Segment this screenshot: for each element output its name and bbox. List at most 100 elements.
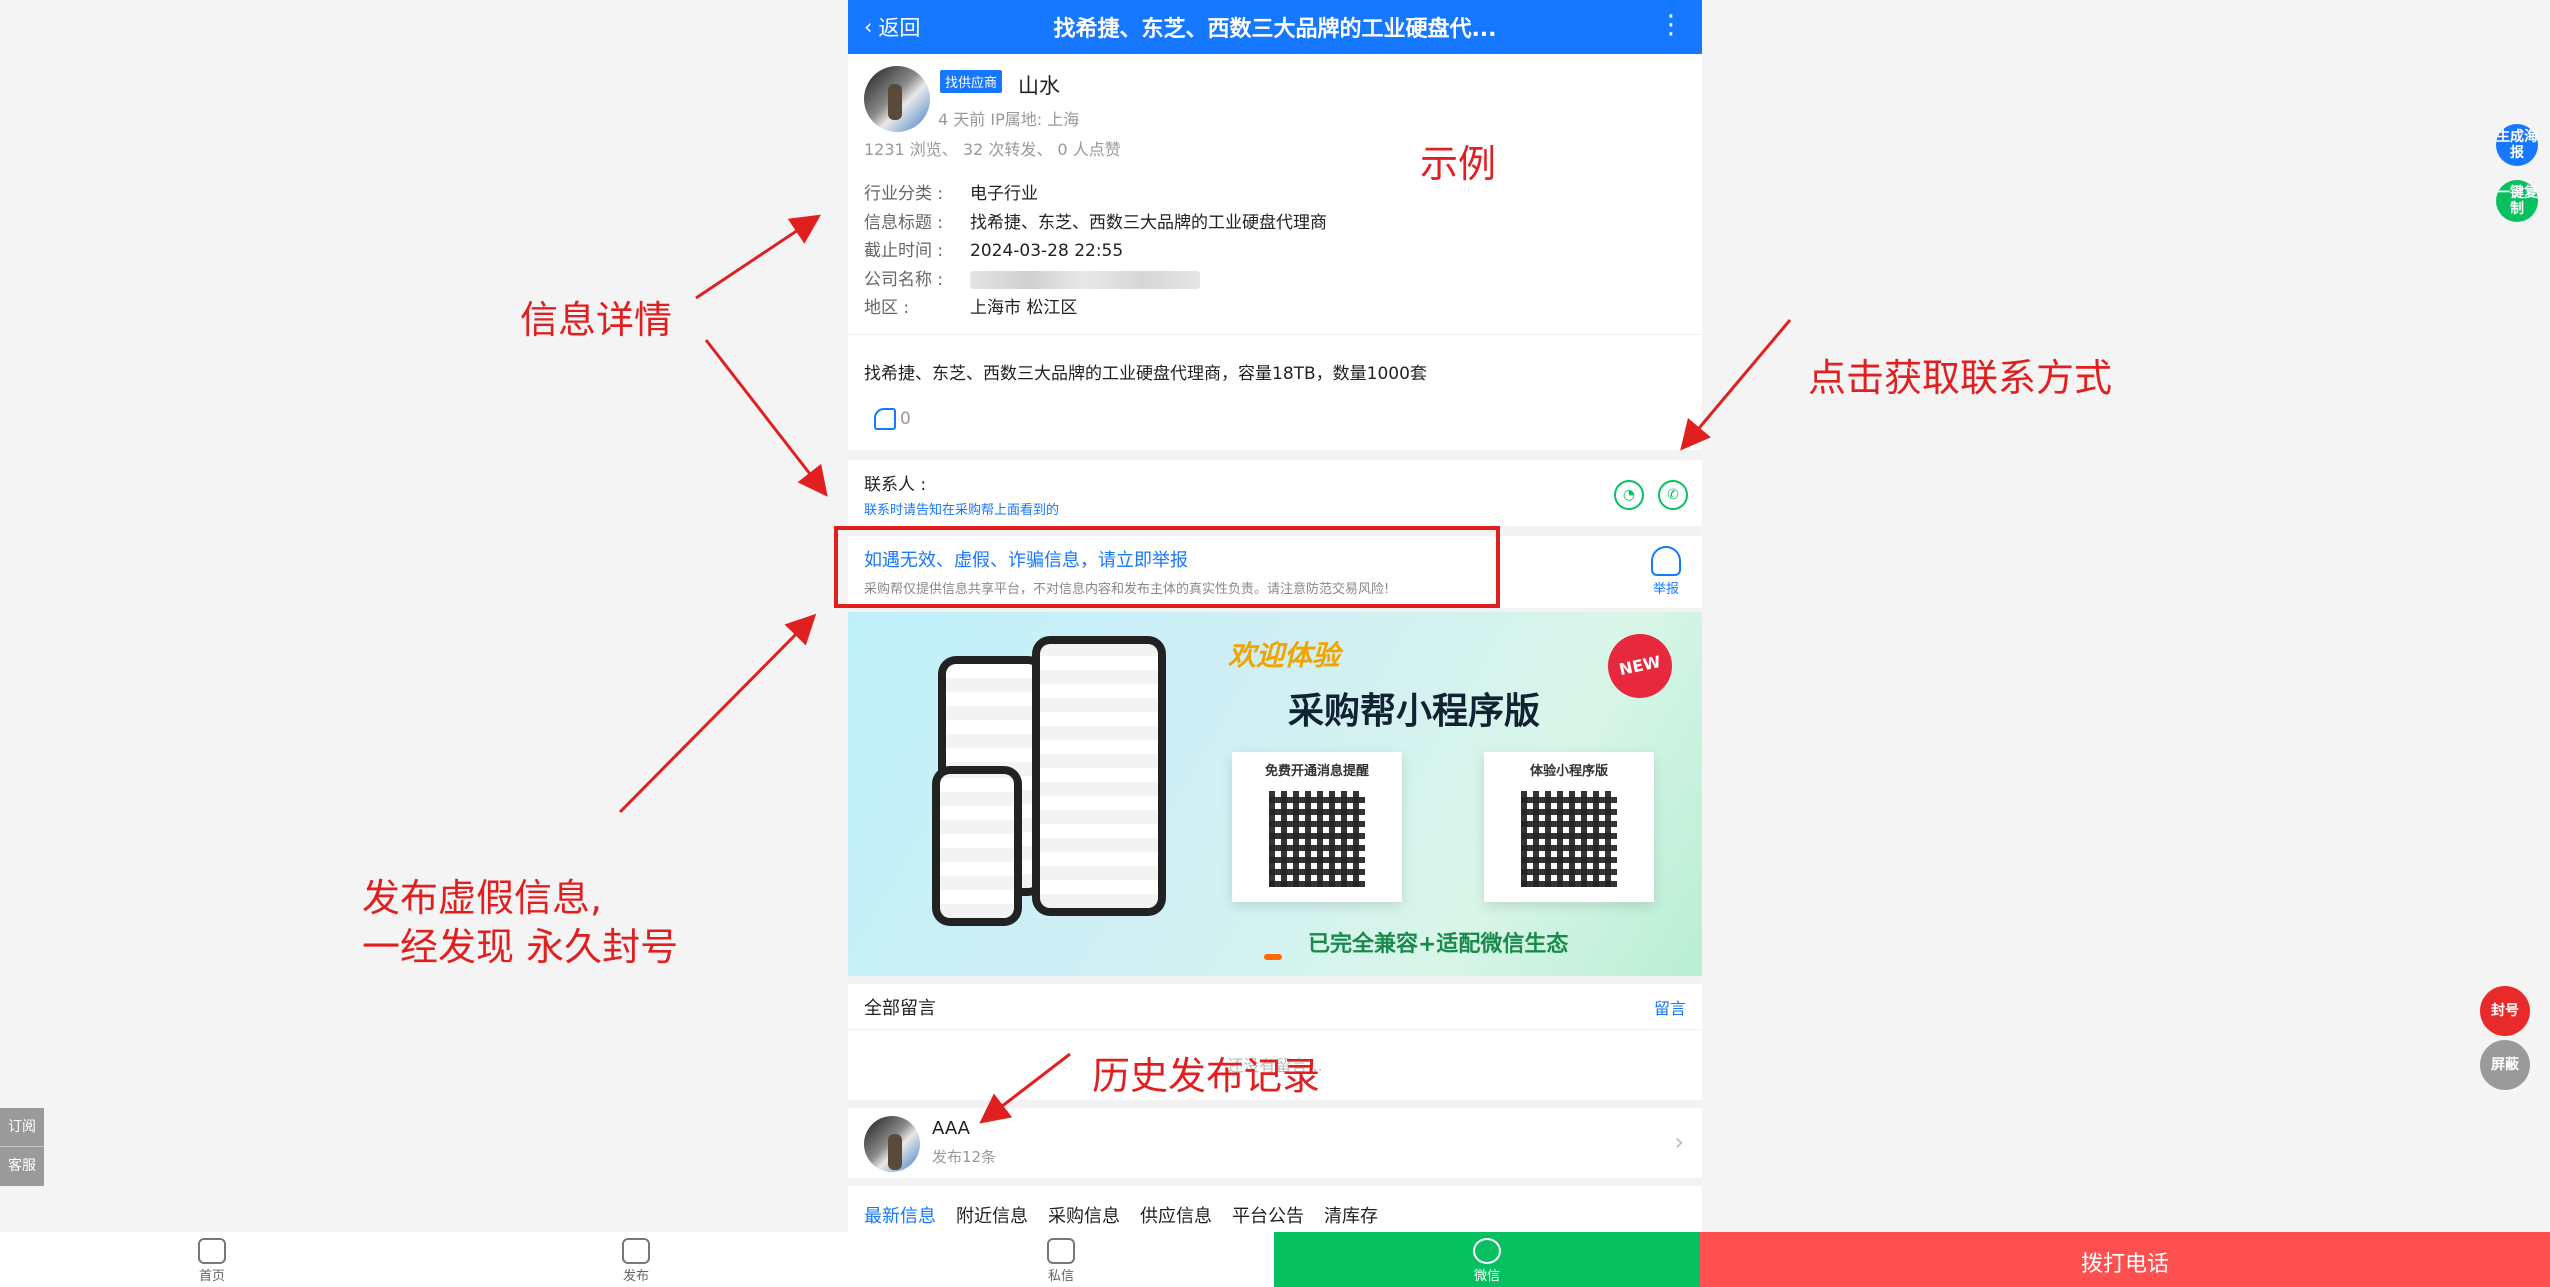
contact-label: 联系人 :: [864, 475, 927, 495]
police-icon: [1651, 546, 1681, 576]
nav-message-label: 私信: [1047, 1269, 1074, 1284]
wechat-icon: [1473, 1238, 1501, 1264]
annotation-example: 示例: [1420, 142, 1497, 186]
block-button[interactable]: 屏蔽: [2480, 1040, 2530, 1090]
annotation-click-contact: 点击获取联系方式: [1808, 356, 2113, 400]
page-title: 找希捷、东芝、西数三大品牌的工业硬盘代...: [1053, 17, 1497, 42]
new-badge: NEW: [1602, 628, 1678, 704]
banner-welcome: 欢迎体验: [1228, 639, 1341, 672]
report-highlight-box: [834, 526, 1500, 608]
banner-footer: 已完全兼容+适配微信生态: [1308, 932, 1569, 957]
tab-purchase[interactable]: 采购信息: [1048, 1202, 1120, 1232]
back-label: 返回: [878, 16, 921, 40]
poster-stats: 1231 浏览、 32 次转发、 0 人点赞: [864, 140, 1121, 159]
wechat-button-label: 微信: [1473, 1269, 1500, 1284]
like-count: 0: [900, 409, 911, 429]
qr-title: 免费开通消息提醒: [1264, 764, 1369, 779]
info-tabs: 最新信息 附近信息 采购信息 供应信息 平台公告 清库存: [848, 1186, 1702, 1232]
left-float-strip: 订阅 客服: [0, 1108, 44, 1186]
blur-mask: [970, 270, 1200, 289]
annotation-info-detail: 信息详情: [520, 298, 673, 342]
banner-title: 采购帮小程序版: [1288, 691, 1541, 732]
customer-service-button[interactable]: 客服: [0, 1147, 44, 1186]
detail-key: 地区 :: [864, 298, 910, 318]
detail-key: 截止时间 :: [864, 241, 944, 261]
nav-home-label: 首页: [198, 1269, 225, 1284]
detail-row: 地区 : 上海市 松江区: [864, 294, 1686, 323]
chat-icon: [1047, 1238, 1075, 1264]
more-icon[interactable]: ⋮: [1658, 10, 1684, 40]
report-button[interactable]: 举报: [1646, 546, 1686, 597]
poster-name: 山水: [1018, 74, 1060, 98]
avatar[interactable]: [864, 66, 930, 132]
qr-title: 体验小程序版: [1529, 764, 1608, 779]
detail-key: 信息标题 :: [864, 212, 944, 233]
carousel-indicator[interactable]: [1264, 954, 1282, 960]
arrow-to-details: [695, 214, 821, 300]
chevron-left-icon: ‹: [864, 15, 873, 39]
detail-value: 上海市 松江区: [970, 298, 1078, 318]
poster-meta: 4 天前 IP属地: 上海: [938, 110, 1080, 129]
detail-row: 公司名称 :: [864, 266, 1686, 295]
detail-row: 行业分类 : 电子行业: [864, 180, 1686, 209]
qr-code-icon: [1269, 791, 1365, 887]
wechat-icon[interactable]: ◔: [1614, 480, 1644, 510]
arrow-to-contact: [704, 339, 828, 497]
annotation-history: 历史发布记录: [1092, 1054, 1321, 1098]
like-button[interactable]: 0: [874, 408, 911, 430]
subscribe-button[interactable]: 订阅: [0, 1108, 44, 1147]
arrow-to-report: [618, 613, 817, 814]
publish-count: 发布12条: [932, 1148, 997, 1166]
report-button-label: 举报: [1652, 582, 1679, 597]
tab-announcement[interactable]: 平台公告: [1232, 1202, 1304, 1232]
description-text: 找希捷、东芝、西数三大品牌的工业硬盘代理商，容量18TB，数量1000套: [864, 364, 1427, 384]
poster-tag: 找供应商: [940, 70, 1003, 93]
comments-title: 全部留言: [864, 997, 936, 1019]
thumbs-up-icon: [874, 408, 896, 430]
copy-button[interactable]: 一键复制: [2496, 180, 2538, 222]
top-nav-bar: ‹ 返回 找希捷、东芝、西数三大品牌的工业硬盘代... ⋮: [848, 0, 1702, 54]
nav-message[interactable]: 私信: [848, 1232, 1274, 1287]
nav-home[interactable]: 首页: [0, 1232, 424, 1287]
detail-value: 找希捷、东芝、西数三大品牌的工业硬盘代理商: [970, 212, 1327, 233]
qr-code-icon: [1521, 791, 1617, 887]
bottom-action-bar: 首页 发布 私信 微信 拨打电话: [0, 1232, 2550, 1287]
detail-row: 截止时间 : 2024-03-28 22:55: [864, 237, 1686, 266]
paper-plane-icon: [622, 1238, 650, 1264]
history-publisher[interactable]: AAA 发布12条 ›: [848, 1108, 1702, 1178]
qr-card: 体验小程序版: [1484, 752, 1654, 902]
tab-clearance[interactable]: 清库存: [1324, 1202, 1378, 1232]
annotation-fake-info: 发布虚假信息, 一经发现 永久封号: [362, 876, 679, 970]
comments-header: 全部留言 留言: [848, 984, 1702, 1030]
avatar: [864, 1116, 920, 1172]
miniprogram-banner[interactable]: 欢迎体验 采购帮小程序版 NEW 免费开通消息提醒 体验小程序版 已完全兼容+适…: [848, 612, 1702, 976]
tab-latest[interactable]: 最新信息: [864, 1202, 936, 1232]
contact-section: 联系人 : 联系时请告知在采购帮上面看到的 ◔ ✆: [848, 460, 1702, 526]
detail-value: 2024-03-28 22:55: [970, 241, 1124, 261]
call-button[interactable]: 拨打电话: [1700, 1232, 2550, 1287]
chevron-right-icon: ›: [1674, 1128, 1684, 1156]
info-details: 行业分类 : 电子行业 信息标题 : 找希捷、东芝、西数三大品牌的工业硬盘代理商 截…: [848, 170, 1702, 334]
phone-mockup: [932, 766, 1022, 926]
detail-row: 信息标题 : 找希捷、东芝、西数三大品牌的工业硬盘代理商: [864, 209, 1686, 238]
ban-button[interactable]: 封号: [2480, 986, 2530, 1036]
qr-card: 免费开通消息提醒: [1232, 752, 1402, 902]
back-button[interactable]: ‹ 返回: [864, 12, 920, 42]
call-button-label: 拨打电话: [2080, 1252, 2169, 1277]
nav-publish[interactable]: 发布: [424, 1232, 848, 1287]
mobile-page: ‹ 返回 找希捷、东芝、西数三大品牌的工业硬盘代... ⋮ 行业分类 : 电子行业…: [848, 0, 1702, 1232]
leave-comment-button[interactable]: 留言: [1654, 995, 1686, 1019]
tab-nearby[interactable]: 附近信息: [956, 1202, 1028, 1232]
phone-icon[interactable]: ✆: [1658, 480, 1688, 510]
publisher-name: AAA: [932, 1118, 970, 1139]
tab-supply[interactable]: 供应信息: [1140, 1202, 1212, 1232]
phone-mockup: [1032, 636, 1166, 916]
detail-key: 公司名称 :: [864, 269, 944, 290]
description: 找希捷、东芝、西数三大品牌的工业硬盘代理商，容量18TB，数量1000套: [848, 334, 1702, 450]
contact-hint: 联系时请告知在采购帮上面看到的: [864, 503, 1060, 518]
generate-poster-button[interactable]: 生成海报: [2496, 124, 2538, 166]
detail-value: 电子行业: [970, 184, 1038, 204]
detail-key: 行业分类 :: [864, 184, 944, 204]
nav-publish-label: 发布: [622, 1269, 649, 1284]
wechat-button[interactable]: 微信: [1274, 1232, 1700, 1287]
